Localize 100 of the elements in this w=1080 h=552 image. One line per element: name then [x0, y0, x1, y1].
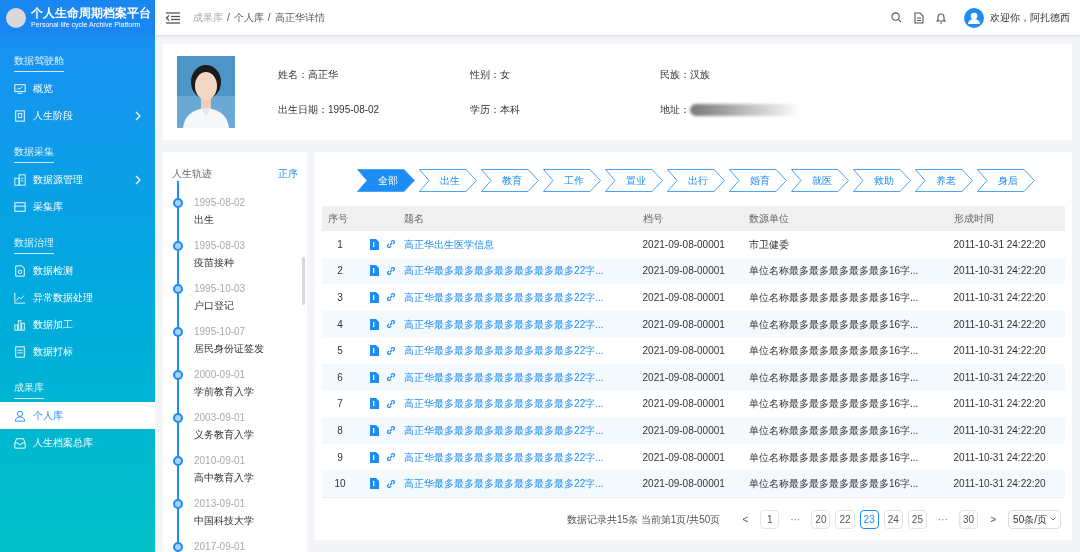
table-cell: 2011-10-31 24:22:20: [947, 363, 1065, 391]
record-title-link[interactable]: 高正华最多最多最多最多最多最多最多22字...: [404, 371, 604, 383]
record-title-link[interactable]: 高正华最多最多最多最多最多最多最多22字...: [404, 265, 604, 277]
link-icon[interactable]: [386, 372, 397, 383]
scrollbar-thumb[interactable]: [302, 257, 305, 305]
stage-tab[interactable]: 工作: [543, 169, 601, 192]
avatar-icon[interactable]: [964, 7, 984, 28]
record-title-link[interactable]: 高正华最多最多最多最多最多最多最多22字...: [404, 424, 604, 436]
table-cell: 单位名称最多最多最多最多最多16字...: [742, 363, 948, 391]
next-page-button[interactable]: >: [984, 510, 1003, 528]
field-value: 本科: [500, 103, 520, 117]
menu-icon[interactable]: [165, 11, 181, 24]
event-date: 2010-09-01: [194, 455, 247, 467]
stage-tab[interactable]: 就医: [791, 169, 849, 192]
table-cell: 2021-09-08-00001: [636, 310, 743, 338]
table-cell: 9: [322, 443, 359, 471]
sidebar-item[interactable]: 数据加工: [0, 311, 155, 338]
bell-icon[interactable]: [936, 11, 946, 24]
table-cell: 单位名称最多最多最多最多最多16字...: [742, 257, 948, 285]
logo-icon: [6, 7, 26, 28]
building-icon: [14, 173, 26, 186]
event-date: 1995-08-02: [194, 197, 246, 209]
table-cell: 单位名称最多最多最多最多最多16字...: [742, 337, 948, 364]
file-icon[interactable]: [370, 451, 380, 463]
field-value: 汉族: [690, 68, 710, 82]
page-button[interactable]: 22: [835, 509, 855, 529]
file-icon[interactable]: [370, 265, 380, 277]
record-title-link[interactable]: 高正华最多最多最多最多最多最多最多22字...: [404, 345, 604, 357]
file-icon[interactable]: [370, 318, 380, 330]
record-title-link[interactable]: 高正华出生医学信息: [404, 238, 495, 250]
stage-tab[interactable]: 出行: [667, 169, 725, 192]
event-date: 2017-09-01: [194, 541, 246, 552]
list-icon: [14, 345, 26, 358]
column-header: 题名: [398, 206, 637, 231]
link-icon[interactable]: [386, 319, 397, 330]
sidebar-item[interactable]: 异常数据处理: [0, 284, 155, 311]
page-button[interactable]: 24: [883, 509, 903, 529]
event-date: 2003-09-01: [194, 412, 247, 424]
sidebar-item[interactable]: 采集库: [0, 193, 155, 220]
document-icon[interactable]: [914, 11, 924, 24]
record-title-link[interactable]: 高正华最多最多最多最多最多最多最多22字...: [404, 292, 604, 303]
event-date: 1995-10-07: [194, 326, 247, 338]
file-icon[interactable]: [370, 371, 380, 383]
table-cell: 2: [322, 257, 359, 285]
section-heading: 数据治理: [14, 235, 54, 254]
page-button[interactable]: 23: [859, 509, 879, 529]
file-icon[interactable]: [370, 398, 380, 410]
event-title: 居民身份证签发: [194, 343, 264, 355]
link-icon[interactable]: [386, 452, 397, 463]
stage-tab[interactable]: 婚育: [729, 169, 787, 192]
stage-tab[interactable]: 全部: [357, 169, 415, 192]
document-icon: [14, 109, 26, 122]
event-title: 义务教育入学: [194, 429, 254, 441]
link-icon[interactable]: [386, 398, 397, 409]
link-icon[interactable]: [386, 265, 397, 276]
column-header: 形成时间: [947, 206, 1065, 231]
link-icon[interactable]: [386, 478, 397, 489]
breadcrumb-link[interactable]: 个人库: [233, 10, 264, 25]
link-icon[interactable]: [386, 345, 397, 356]
file-icon[interactable]: [370, 424, 380, 436]
sidebar-item[interactable]: 数据检测: [0, 257, 155, 284]
field-label: 出生日期：: [278, 103, 328, 117]
app-title: 个人生命周期档案平台: [31, 6, 151, 20]
page-button[interactable]: 20: [811, 509, 831, 529]
sidebar-item[interactable]: 人生阶段: [0, 102, 155, 129]
stage-tab[interactable]: 出生: [419, 169, 477, 192]
event-title: 中国科技大学: [194, 515, 254, 527]
breadcrumb-link[interactable]: 成果库: [193, 10, 223, 25]
table-cell: 2021-09-08-00001: [636, 443, 743, 471]
stage-tab[interactable]: 救助: [853, 169, 911, 192]
link-icon[interactable]: [386, 292, 397, 303]
page-size-select[interactable]: 50条/页: [1008, 509, 1061, 529]
page-button[interactable]: 25: [907, 509, 927, 529]
file-icon[interactable]: [370, 345, 380, 357]
search-icon[interactable]: [891, 12, 902, 23]
link-icon[interactable]: [386, 425, 397, 436]
file-icon[interactable]: [370, 478, 380, 490]
sidebar-item[interactable]: 个人库: [0, 402, 155, 429]
table-cell: 10: [322, 470, 359, 497]
file-icon[interactable]: [370, 238, 380, 250]
record-title-link[interactable]: 高正华最多最多最多最多最多最多最多22字...: [404, 478, 604, 490]
sidebar-item[interactable]: 数据打标: [0, 338, 155, 365]
record-title-link[interactable]: 高正华最多最多最多最多最多最多最多22字...: [404, 398, 604, 410]
stage-tab[interactable]: 身后: [977, 169, 1035, 192]
page-button[interactable]: 1: [760, 509, 780, 529]
sidebar-item[interactable]: 数据源管理: [0, 166, 155, 193]
page-button[interactable]: 30: [958, 509, 979, 529]
link-icon[interactable]: [386, 239, 397, 250]
sidebar-item[interactable]: 概览: [0, 75, 155, 102]
stage-tab[interactable]: 教育: [481, 169, 539, 192]
record-title-link[interactable]: 高正华最多最多最多最多最多最多最多22字...: [404, 451, 604, 463]
stage-tab[interactable]: 置业: [605, 169, 663, 192]
sidebar-item[interactable]: 人生档案总库: [0, 429, 155, 456]
file-icon[interactable]: [370, 292, 380, 303]
stage-tab[interactable]: 养老: [915, 169, 973, 192]
previous-page-button[interactable]: <: [736, 510, 755, 528]
sort-order-link[interactable]: 正序: [278, 166, 298, 181]
record-title-link[interactable]: 高正华最多最多最多最多最多最多最多22字...: [404, 318, 604, 330]
table-cell: 单位名称最多最多最多最多最多16字...: [742, 390, 948, 418]
user-icon: [14, 409, 26, 422]
